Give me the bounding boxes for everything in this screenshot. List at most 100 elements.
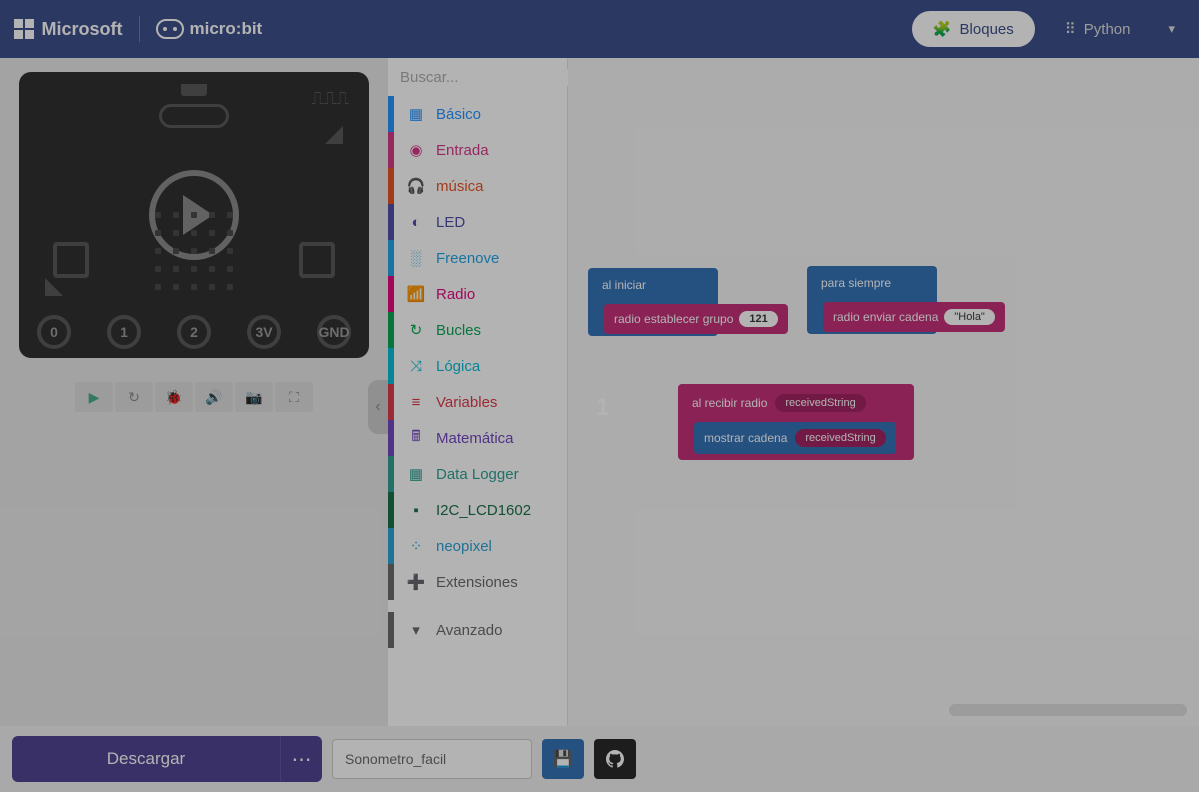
pin-3v[interactable]: 3V [247, 315, 281, 349]
category-basico[interactable]: ▦ Básico [388, 96, 567, 132]
pin-1[interactable]: 1 [107, 315, 141, 349]
category-matematica[interactable]: 🖩 Matemática [388, 420, 567, 456]
category-freenove[interactable]: ░Freenove [388, 240, 567, 276]
block-on-radio-received[interactable]: al recibir radio receivedString mostrar … [678, 384, 914, 460]
sim-debug-button[interactable]: 🐞 [155, 382, 193, 412]
category-logica[interactable]: ⤨ Lógica [388, 348, 567, 384]
block-label: mostrar cadena [704, 431, 787, 445]
header: Microsoft micro:bit 🧩 Bloques ⠿ Python ▾ [0, 0, 1199, 58]
sim-fullscreen-button[interactable]: ⛶ [275, 382, 313, 412]
led-matrix [155, 212, 233, 290]
variables-icon: ≡ [406, 392, 426, 412]
microbit-simulator[interactable]: ⎍⎍⎍ 0 1 2 3V GND [19, 72, 369, 358]
category-i2c[interactable]: ▪ I2C_LCD1602 [388, 492, 567, 528]
category-label: música [436, 178, 484, 195]
block-radio-set-group[interactable]: radio establecer grupo 121 [604, 304, 788, 334]
python-button[interactable]: ⠿ Python [1045, 12, 1143, 46]
sim-audio-button[interactable]: 🔊 [195, 382, 233, 412]
microbit-logo[interactable]: micro:bit [156, 19, 263, 39]
category-musica[interactable]: 🎧música [388, 168, 567, 204]
horizontal-scrollbar[interactable] [949, 704, 1187, 716]
category-radio[interactable]: 📶Radio [388, 276, 567, 312]
blocks-icon: 🧩 [933, 20, 952, 38]
category-bucles[interactable]: ↻ Bucles [388, 312, 567, 348]
download-label: Descargar [12, 749, 280, 769]
corner-a [45, 278, 63, 296]
python-label: Python [1084, 21, 1131, 38]
send-value[interactable]: "Hola" [944, 309, 994, 325]
received-variable[interactable]: receivedString [775, 394, 865, 412]
python-icon: ⠿ [1065, 20, 1076, 38]
category-label: neopixel [436, 538, 492, 555]
pin-gnd[interactable]: GND [317, 315, 351, 349]
category-label: Lógica [436, 358, 480, 375]
block-label: radio establecer grupo [614, 312, 733, 326]
microsoft-icon [14, 19, 34, 39]
language-toggle: 🧩 Bloques ⠿ Python ▾ [912, 11, 1185, 47]
download-button[interactable]: Descargar ⋯ [12, 736, 322, 782]
category-label: I2C_LCD1602 [436, 502, 531, 519]
extensions-icon: ➕ [406, 572, 426, 592]
corner-b [325, 126, 343, 144]
datalogger-icon: ▦ [406, 464, 426, 484]
group-value[interactable]: 121 [739, 311, 777, 327]
block-show-string[interactable]: mostrar cadena receivedString [694, 422, 896, 454]
download-more-button[interactable]: ⋯ [280, 736, 322, 782]
freenove-icon: ░ [406, 248, 426, 268]
category-label: LED [436, 214, 465, 231]
category-avanzado[interactable]: ▾Avanzado [388, 612, 567, 648]
button-a[interactable] [53, 242, 89, 278]
category-label: Matemática [436, 430, 514, 447]
save-button[interactable]: 💾 [542, 739, 584, 779]
grid-icon: ▦ [406, 104, 426, 124]
radio-icon: 📶 [406, 284, 426, 304]
edge-pins: 0 1 2 3V GND [19, 306, 369, 358]
block-forever[interactable]: para siempre radio enviar cadena "Hola" [807, 266, 937, 334]
workspace[interactable]: al iniciar radio establecer grupo 121 pa… [568, 58, 1199, 726]
category-variables[interactable]: ≡ Variables [388, 384, 567, 420]
main: ⎍⎍⎍ 0 1 2 3V GND ▶ ↻ [0, 58, 1199, 726]
category-label: Variables [436, 394, 497, 411]
github-icon [606, 750, 624, 768]
github-button[interactable] [594, 739, 636, 779]
category-led[interactable]: ◐ LED [388, 204, 567, 240]
i2c-icon: ▪ [406, 500, 426, 520]
category-extensiones[interactable]: ➕ Extensiones [388, 564, 567, 600]
category-datalogger[interactable]: ▦ Data Logger [388, 456, 567, 492]
math-icon: 🖩 [406, 428, 426, 448]
button-b[interactable] [299, 242, 335, 278]
language-dropdown[interactable]: ▾ [1158, 15, 1185, 43]
logic-icon: ⤨ [406, 356, 426, 376]
usb-connector [181, 84, 207, 96]
block-radio-send-string[interactable]: radio enviar cadena "Hola" [823, 302, 1005, 332]
sim-play-button[interactable]: ▶ [75, 382, 113, 412]
search-box: 🔍 [388, 58, 567, 96]
neopixel-icon: ⁘ [406, 536, 426, 556]
category-label: Entrada [436, 142, 489, 159]
category-label: Bucles [436, 322, 481, 339]
blocks-button[interactable]: 🧩 Bloques [912, 11, 1035, 47]
pin-2[interactable]: 2 [177, 315, 211, 349]
project-name-input[interactable]: Sonometro_facil [332, 739, 532, 779]
show-variable[interactable]: receivedString [795, 429, 885, 447]
category-label: Básico [436, 106, 481, 123]
simulator-panel: ⎍⎍⎍ 0 1 2 3V GND ▶ ↻ [0, 58, 388, 726]
block-label: para siempre [821, 276, 891, 290]
workspace-number: 1 [596, 394, 609, 422]
header-divider [139, 16, 140, 42]
block-label: radio enviar cadena [833, 310, 938, 324]
category-label: Data Logger [436, 466, 519, 483]
pin-0[interactable]: 0 [37, 315, 71, 349]
category-label: Extensiones [436, 574, 518, 591]
board-logo [159, 104, 229, 128]
loop-icon: ↻ [406, 320, 426, 340]
microsoft-logo[interactable]: Microsoft [14, 19, 123, 40]
sim-restart-button[interactable]: ↻ [115, 382, 153, 412]
microbit-label: micro:bit [190, 19, 263, 39]
collapse-simulator-button[interactable]: ‹ [368, 380, 388, 434]
category-entrada[interactable]: ◉Entrada [388, 132, 567, 168]
category-neopixel[interactable]: ⁘ neopixel [388, 528, 567, 564]
block-on-start[interactable]: al iniciar radio establecer grupo 121 [588, 268, 718, 336]
led-icon: ◐ [406, 212, 426, 232]
sim-snapshot-button[interactable]: 📷 [235, 382, 273, 412]
